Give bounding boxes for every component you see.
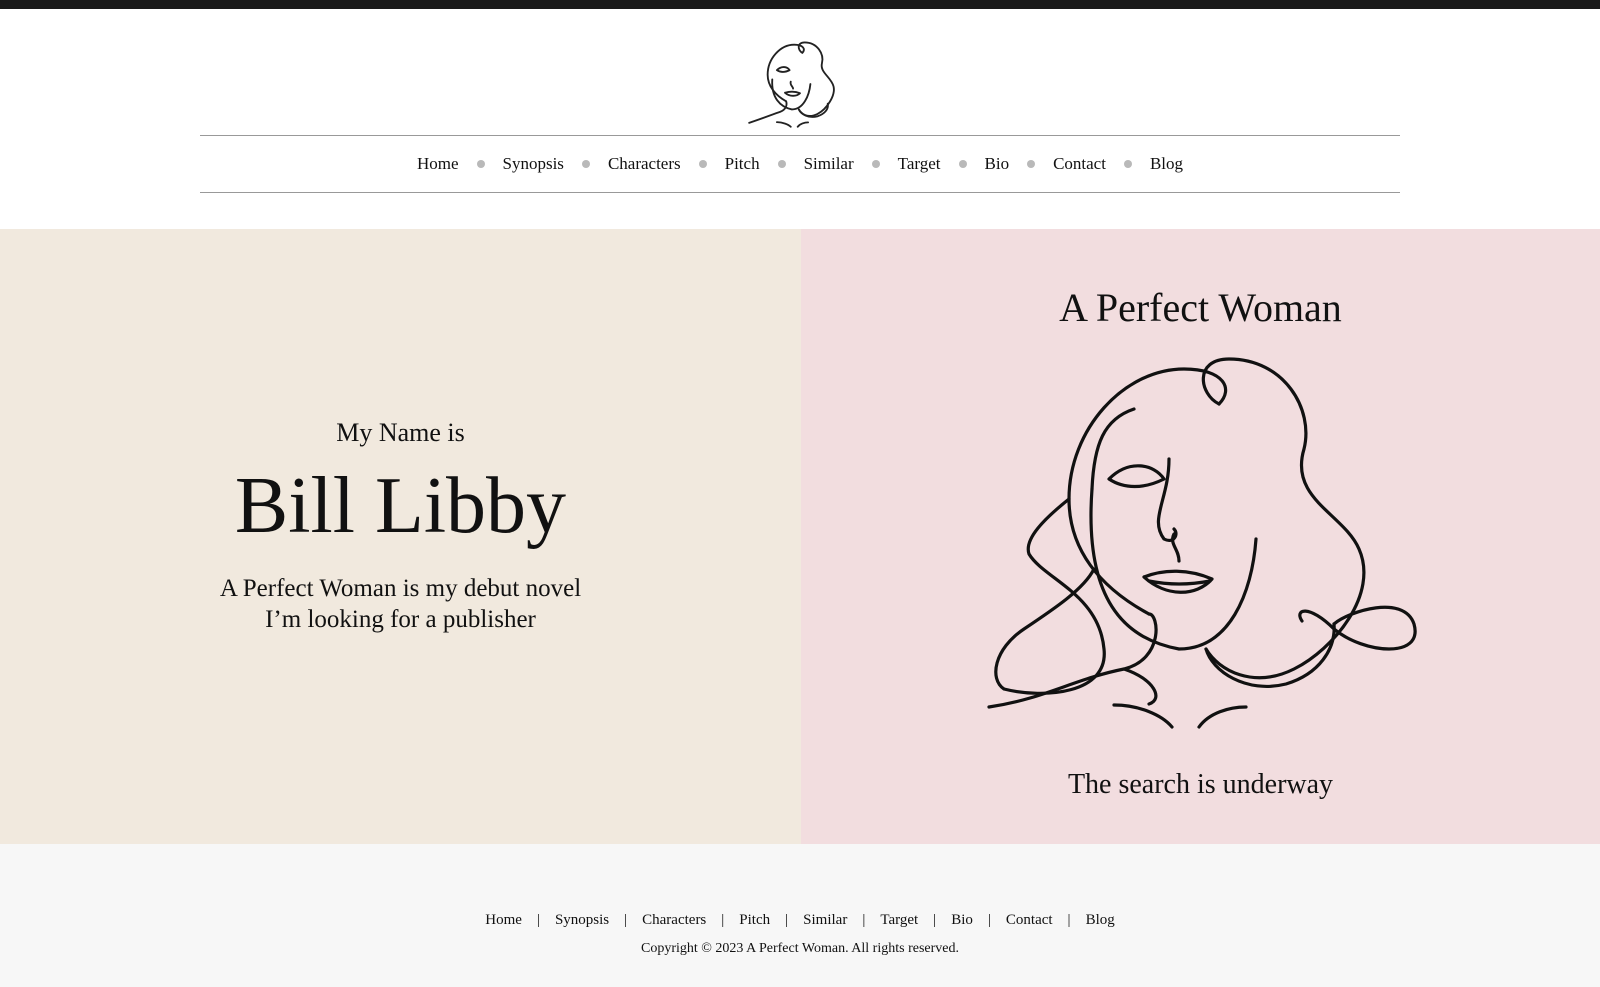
nav-item-similar[interactable]: Similar — [804, 154, 854, 174]
footer-separator: | — [933, 912, 937, 928]
tagline-line-1: A Perfect Woman is my debut novel — [219, 575, 582, 602]
woman-face-logo-icon[interactable] — [748, 37, 852, 131]
woman-face-illustration — [987, 357, 1417, 729]
footer-link-blog[interactable]: Blog — [1086, 912, 1115, 929]
footer-separator: | — [785, 912, 789, 928]
main-navigation: Home Synopsis Characters Pitch Similar T… — [200, 135, 1400, 193]
nav-separator-dot — [871, 160, 880, 168]
footer-navigation: Home | Synopsis | Characters | Pitch | S… — [0, 912, 1600, 929]
nav-item-contact[interactable]: Contact — [1053, 154, 1106, 174]
nav-separator-dot — [581, 160, 590, 168]
copyright-text: Copyright © 2023 A Perfect Woman. All ri… — [641, 941, 959, 956]
nav-item-synopsis[interactable]: Synopsis — [503, 154, 564, 174]
site-footer: Home | Synopsis | Characters | Pitch | S… — [0, 844, 1600, 987]
footer-separator: | — [624, 912, 628, 928]
footer-separator: | — [862, 912, 866, 928]
book-title: A Perfect Woman — [1059, 285, 1342, 330]
footer-link-bio[interactable]: Bio — [951, 912, 973, 929]
author-name: Bill Libby — [234, 462, 567, 550]
author-intro-panel: My Name is Bill Libby A Perfect Woman is… — [0, 229, 801, 844]
nav-separator-dot — [1123, 160, 1132, 168]
nav-separator-dot — [958, 160, 967, 168]
nav-item-blog[interactable]: Blog — [1150, 154, 1183, 174]
footer-separator: | — [721, 912, 725, 928]
nav-item-characters[interactable]: Characters — [608, 154, 681, 174]
footer-separator: | — [1067, 912, 1071, 928]
footer-separator: | — [987, 912, 991, 928]
tagline-line-2: I’m looking for a publisher — [265, 606, 536, 633]
footer-separator: | — [536, 912, 540, 928]
nav-separator-dot — [476, 160, 485, 168]
site-header: Home Synopsis Characters Pitch Similar T… — [0, 9, 1600, 229]
nav-separator-dot — [1027, 160, 1036, 168]
nav-separator-dot — [777, 160, 786, 168]
top-bar — [0, 0, 1600, 9]
hero-section: My Name is Bill Libby A Perfect Woman is… — [0, 229, 1600, 844]
footer-link-contact[interactable]: Contact — [1006, 912, 1053, 929]
nav-item-bio[interactable]: Bio — [985, 154, 1010, 174]
footer-link-target[interactable]: Target — [880, 912, 918, 929]
footer-link-characters[interactable]: Characters — [642, 912, 706, 929]
book-subtitle: The search is underway — [1067, 769, 1334, 800]
nav-item-home[interactable]: Home — [417, 154, 459, 174]
footer-link-pitch[interactable]: Pitch — [739, 912, 770, 929]
nav-separator-dot — [698, 160, 707, 168]
author-intro-text: My Name is — [336, 418, 465, 447]
footer-link-similar[interactable]: Similar — [803, 912, 847, 929]
footer-link-home[interactable]: Home — [485, 912, 522, 929]
nav-item-pitch[interactable]: Pitch — [725, 154, 760, 174]
book-panel: A Perfect Woman The search is underway — [801, 229, 1600, 844]
footer-link-synopsis[interactable]: Synopsis — [555, 912, 609, 929]
nav-item-target[interactable]: Target — [898, 154, 941, 174]
